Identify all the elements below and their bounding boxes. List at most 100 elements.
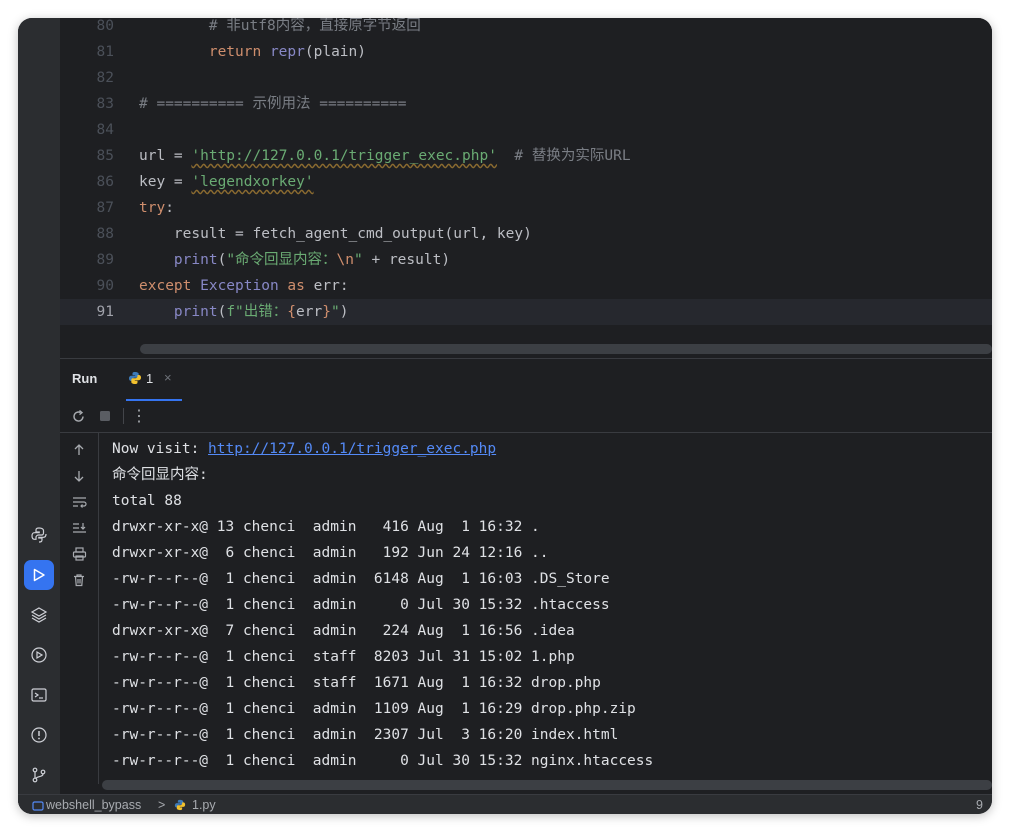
code-token: } <box>322 304 331 320</box>
stop-icon[interactable] <box>98 409 112 423</box>
code-line[interactable]: 81 return repr(plain) <box>60 39 992 65</box>
breadcrumb-project[interactable]: webshell_bypass <box>46 798 141 812</box>
console-line: -rw-r--r--@ 1 chenci admin 0 Jul 30 15:3… <box>112 597 610 613</box>
breadcrumb-file[interactable]: 1.py <box>192 798 216 812</box>
code-line[interactable]: 89 print("命令回显内容：\n" + result) <box>60 247 992 273</box>
code-token: # ========== 示例用法 ========== <box>139 96 407 112</box>
code-text: key = 'legendxorkey' <box>139 169 314 195</box>
editor-horizontal-scrollbar[interactable] <box>140 344 992 354</box>
code-token: { <box>287 304 297 320</box>
code-token: key = <box>139 174 192 190</box>
line-number: 81 <box>96 44 114 60</box>
scroll-down-icon[interactable] <box>71 468 87 484</box>
code-token: repr <box>269 44 305 60</box>
console-line: total 88 <box>112 493 182 509</box>
soft-wrap-icon[interactable] <box>71 494 87 510</box>
code-token: "命令回显内容： <box>226 252 337 268</box>
breadcrumb-separator: > <box>158 798 166 812</box>
line-number: 83 <box>96 96 114 112</box>
close-icon[interactable]: × <box>164 370 172 385</box>
git-icon[interactable] <box>24 760 54 790</box>
code-token: print <box>173 252 218 268</box>
python-file-icon <box>174 799 186 814</box>
code-token: result = fetch_agent_cmd_output(url, key… <box>173 226 532 242</box>
console-link[interactable]: http://127.0.0.1/trigger_exec.php <box>208 441 496 457</box>
code-token: ( <box>217 252 227 268</box>
code-line[interactable]: 83 # ========== 示例用法 ========== <box>60 91 992 117</box>
code-token: url = <box>139 148 192 164</box>
code-text: try: <box>139 195 174 221</box>
code-line[interactable]: 91 print(f"出错：{err}") <box>60 299 992 325</box>
ide-window: 80 # 非utf8内容，直接原字节返回 81 return repr(plain… <box>18 18 992 814</box>
code-text: result = fetch_agent_cmd_output(url, key… <box>139 221 532 247</box>
python-file-icon <box>128 371 142 390</box>
services-icon[interactable] <box>24 640 54 670</box>
code-token: " <box>354 252 363 268</box>
line-number: 80 <box>96 18 114 34</box>
run-tab-label: 1 <box>146 371 154 386</box>
toolbar-divider <box>123 408 124 424</box>
rerun-icon[interactable] <box>70 408 86 424</box>
code-token: ) <box>339 304 349 320</box>
code-token: err: <box>313 278 349 294</box>
code-token: except <box>139 278 201 294</box>
code-line[interactable]: 86 key = 'legendxorkey' <box>60 169 992 195</box>
code-token: \n <box>336 252 355 268</box>
terminal-icon[interactable] <box>24 680 54 710</box>
line-number: 91 <box>96 304 114 320</box>
code-token: " <box>330 304 340 320</box>
run-panel-header: Run 1 × <box>60 358 992 401</box>
line-number: 87 <box>96 200 114 216</box>
print-icon[interactable] <box>71 546 87 562</box>
line-number: 85 <box>96 148 114 164</box>
problems-icon[interactable] <box>24 720 54 750</box>
status-right: 9 <box>976 798 983 812</box>
code-line[interactable]: 85 url = 'http://127.0.0.1/trigger_exec.p… <box>60 143 992 169</box>
layers-icon[interactable] <box>24 600 54 630</box>
run-icon[interactable] <box>24 560 54 590</box>
status-bar: webshell_bypass > 1.py 9 <box>18 794 992 814</box>
run-tab-1[interactable]: 1 × <box>126 359 182 401</box>
code-text: print("命令回显内容：\n" + result) <box>139 247 450 273</box>
code-line[interactable]: 80 # 非utf8内容，直接原字节返回 <box>60 18 992 39</box>
more-options-icon[interactable]: ⋮ <box>131 406 147 426</box>
code-token: Exception <box>200 278 288 294</box>
code-token: + result) <box>362 252 451 268</box>
console-line-visit: Now visit: http://127.0.0.1/trigger_exec… <box>112 436 496 462</box>
code-line[interactable]: 87 try: <box>60 195 992 221</box>
trash-icon[interactable] <box>71 572 87 588</box>
code-line[interactable]: 90 except Exception as err: <box>60 273 992 299</box>
console-output[interactable]: Now visit: http://127.0.0.1/trigger_exec… <box>98 432 992 790</box>
python-console-icon[interactable] <box>24 520 54 550</box>
code-editor[interactable]: 80 # 非utf8内容，直接原字节返回 81 return repr(plain… <box>60 18 992 358</box>
console-line: drwxr-xr-x@ 13 chenci admin 416 Aug 1 16… <box>112 519 540 535</box>
code-token: err <box>296 304 323 320</box>
code-text: print(f"出错：{err}") <box>139 299 349 325</box>
scroll-up-icon[interactable] <box>71 442 87 458</box>
code-token: (plain) <box>304 44 366 60</box>
console-line: -rw-r--r--@ 1 chenci staff 1671 Aug 1 16… <box>112 675 601 691</box>
code-line[interactable]: 82 <box>60 65 992 91</box>
line-number: 90 <box>96 278 114 294</box>
tool-window-bar <box>18 18 61 814</box>
code-text: return repr(plain) <box>139 39 366 65</box>
console-line: -rw-r--r--@ 1 chenci admin 0 Jul 30 15:3… <box>112 753 654 769</box>
console-horizontal-scrollbar[interactable] <box>102 780 992 790</box>
line-number: 89 <box>96 252 114 268</box>
scroll-to-end-icon[interactable] <box>71 520 87 536</box>
code-line[interactable]: 84 <box>60 117 992 143</box>
code-token: as <box>287 278 314 294</box>
console-visit-prefix: Now visit: <box>112 441 209 457</box>
code-line[interactable]: 88 result = fetch_agent_cmd_output(url, … <box>60 221 992 247</box>
code-token: f"出错： <box>226 304 288 320</box>
code-text: except Exception as err: <box>139 273 349 299</box>
code-token: # 非utf8内容，直接原字节返回 <box>208 18 421 34</box>
code-token: 'http://127.0.0.1/trigger_exec.php' <box>191 148 497 164</box>
code-text: url = 'http://127.0.0.1/trigger_exec.php… <box>139 143 631 169</box>
console-line: -rw-r--r--@ 1 chenci admin 6148 Aug 1 16… <box>112 571 610 587</box>
code-token: 'legendxorkey' <box>191 174 314 190</box>
